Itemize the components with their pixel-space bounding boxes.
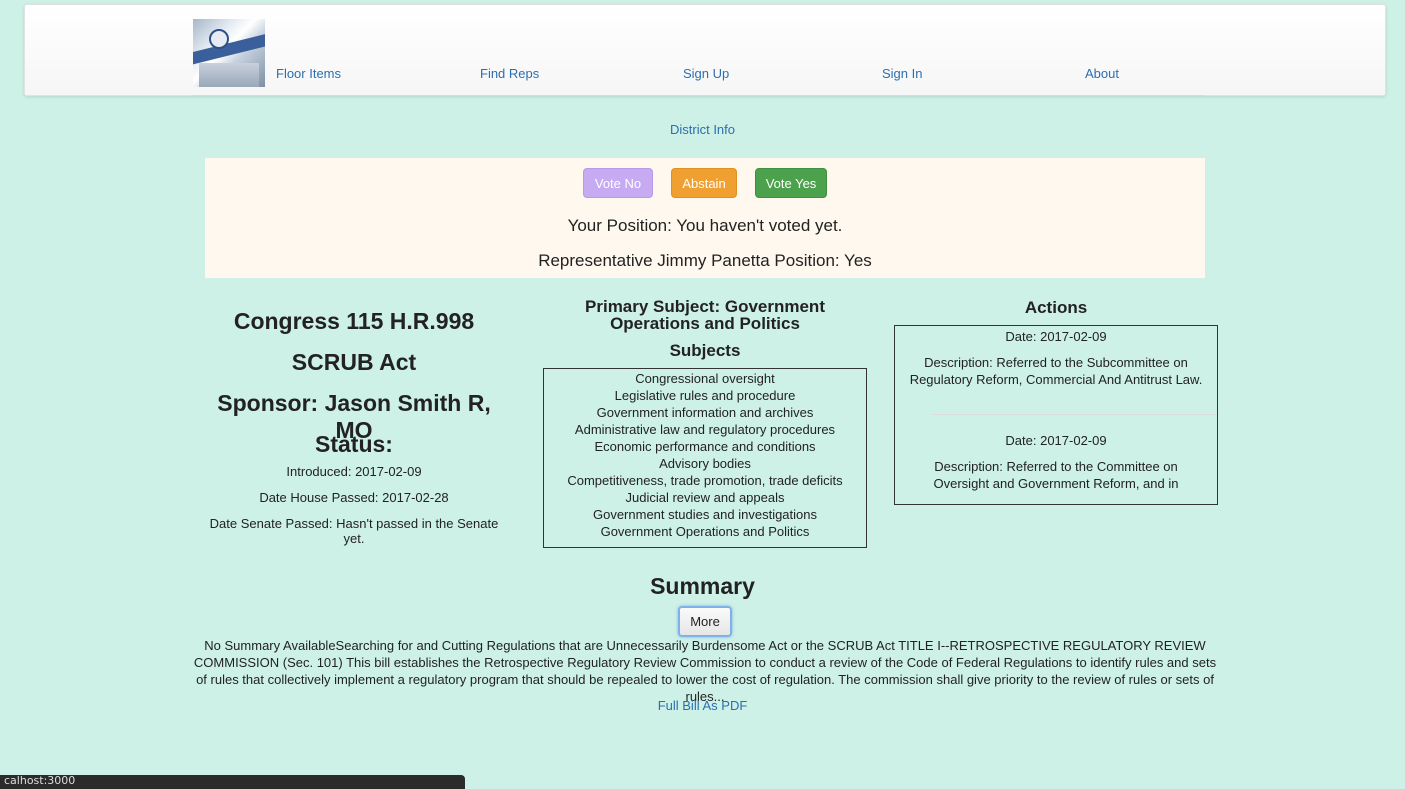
subject-item: Legislative rules and procedure — [614, 388, 796, 403]
subject-item: Government Operations and Politics — [600, 524, 810, 539]
subject-item: Government information and archives — [596, 405, 814, 420]
bill-introduced: Introduced: 2017-02-09 — [286, 464, 422, 479]
pdf-link-row: Full Bill As PDF — [0, 698, 1405, 713]
nav-about[interactable]: About — [1085, 66, 1119, 81]
subject-item: Competitiveness, trade promotion, trade … — [567, 473, 843, 488]
primary-subject: Primary Subject: Government Operations a… — [585, 297, 825, 333]
rep-position: Representative Jimmy Panetta Position: Y… — [538, 251, 872, 270]
actions-section: Actions Date: 2017-02-09 Description: Ref… — [894, 298, 1218, 505]
nav-sign-up[interactable]: Sign Up — [683, 66, 729, 81]
district-info-row: District Info — [0, 122, 1405, 137]
more-button[interactable]: More — [678, 606, 732, 637]
bill-house-passed: Date House Passed: 2017-02-28 — [259, 490, 449, 505]
navbar-divider — [193, 95, 1205, 96]
action-divider — [931, 414, 1217, 415]
subject-item: Judicial review and appeals — [625, 490, 785, 505]
summary-text: No Summary AvailableSearching for and Cu… — [193, 638, 1217, 704]
actions-title: Actions — [1024, 298, 1088, 317]
actions-list[interactable]: Date: 2017-02-09 Description: Referred to… — [894, 325, 1218, 505]
subjects-list[interactable]: Congressional oversight Legislative rules… — [543, 368, 867, 548]
nav-sign-in[interactable]: Sign In — [882, 66, 922, 81]
action-description: Description: Referred to the Subcommitte… — [909, 355, 1203, 387]
navbar: Floor Items Find Reps Sign Up Sign In Ab… — [24, 4, 1386, 96]
subjects-section: Primary Subject: Government Operations a… — [543, 297, 867, 548]
bill-senate-passed: Date Senate Passed: Hasn't passed in the… — [209, 516, 499, 546]
subject-item: Congressional oversight — [635, 371, 775, 386]
action-date: Date: 2017-02-09 — [1005, 329, 1107, 344]
vote-panel: Vote No Abstain Vote Yes Your Position: … — [205, 158, 1205, 278]
bill-status-label: Status: — [315, 431, 393, 457]
nav-floor-items[interactable]: Floor Items — [276, 66, 341, 81]
your-position: Your Position: You haven't voted yet. — [567, 216, 843, 235]
action-item: Date: 2017-02-09 Description: Referred to… — [895, 328, 1217, 415]
subject-item: Government studies and investigations — [592, 507, 817, 522]
vote-yes-button[interactable]: Vote Yes — [755, 168, 827, 198]
action-date: Date: 2017-02-09 — [1005, 433, 1107, 448]
vote-no-button[interactable]: Vote No — [583, 168, 653, 198]
nav-find-reps[interactable]: Find Reps — [480, 66, 539, 81]
subjects-title: Subjects — [669, 341, 741, 360]
action-item: Date: 2017-02-09 Description: Referred to… — [895, 432, 1217, 492]
logo[interactable] — [193, 19, 265, 87]
full-bill-pdf-link[interactable]: Full Bill As PDF — [658, 698, 748, 713]
subject-item: Advisory bodies — [659, 456, 751, 471]
summary-title: Summary — [650, 573, 755, 599]
subject-item: Administrative law and regulatory proced… — [574, 422, 836, 437]
bill-congress: Congress 115 H.R.998 — [233, 308, 475, 334]
browser-status-bar: calhost:3000 — [0, 775, 465, 789]
action-description: Description: Referred to the Committee o… — [933, 459, 1179, 491]
district-info-link[interactable]: District Info — [670, 122, 735, 137]
bill-title: SCRUB Act — [291, 349, 417, 375]
subject-item: Economic performance and conditions — [594, 439, 816, 454]
abstain-button[interactable]: Abstain — [671, 168, 737, 198]
